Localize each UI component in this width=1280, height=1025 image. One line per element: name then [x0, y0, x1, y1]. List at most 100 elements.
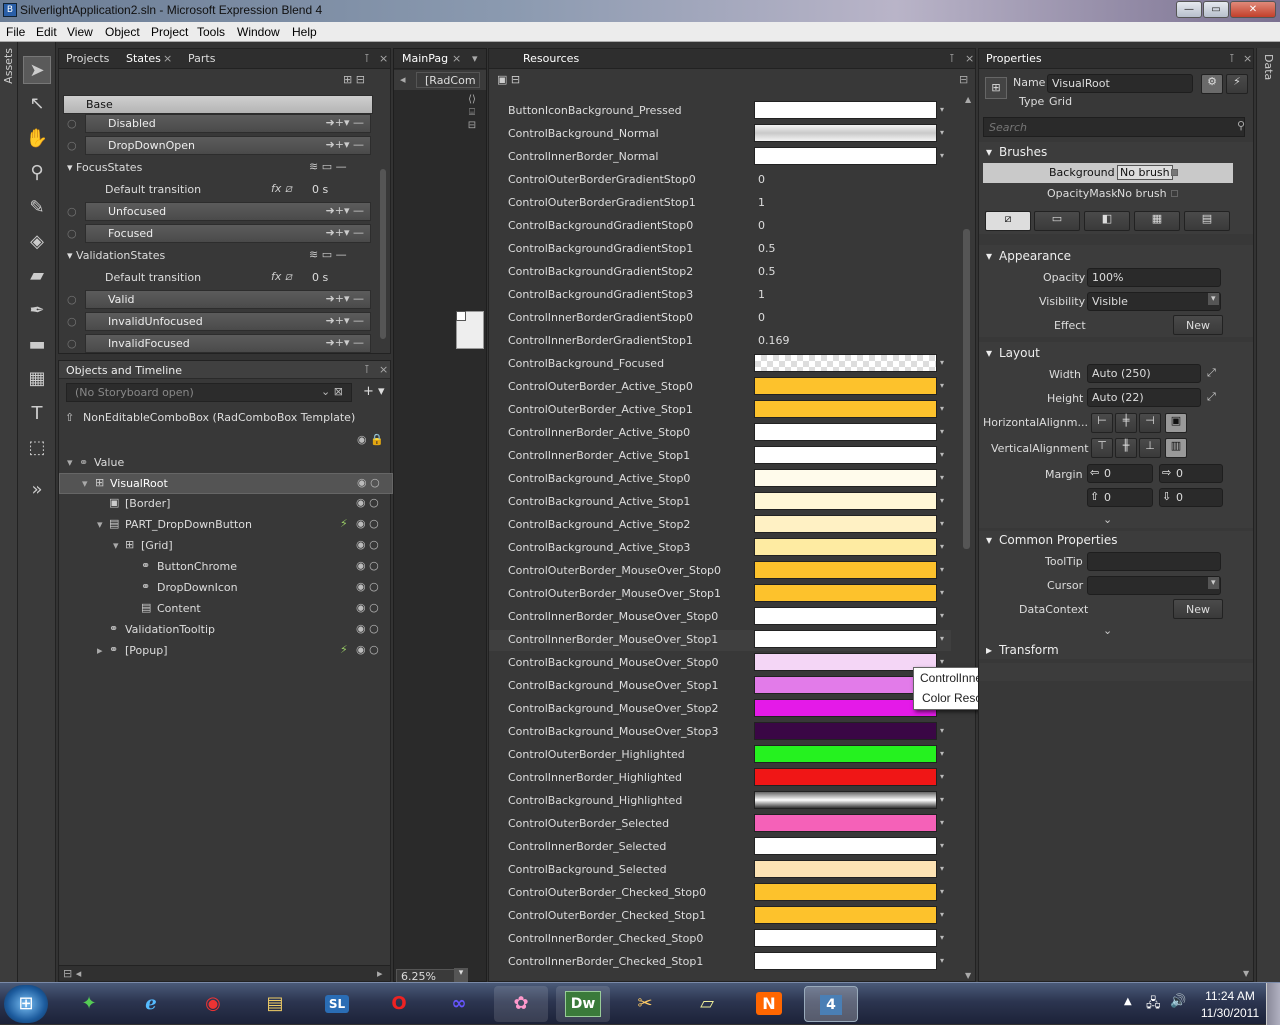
swatch-dropdown-icon[interactable]: ▾ [940, 749, 944, 758]
taskbar-ie-icon[interactable]: ℯ [124, 986, 178, 1022]
align-center-icon[interactable]: ╪ [1115, 413, 1137, 433]
swatch-dropdown-icon[interactable]: ▾ [940, 358, 944, 367]
swatch-dropdown-icon[interactable]: ▾ [940, 933, 944, 942]
color-swatch[interactable] [754, 492, 937, 510]
selection-tool-icon[interactable]: ➤ [23, 56, 51, 84]
close-button[interactable]: ✕ [1230, 1, 1276, 18]
expand-triangle-icon[interactable]: ▾ [82, 477, 88, 490]
transition-icon[interactable]: ➜+▾ — [326, 336, 364, 349]
color-swatch[interactable] [754, 883, 937, 901]
transform-title[interactable]: Transform [999, 643, 1059, 657]
tree-row-buttonchrome[interactable]: ⚭ ButtonChrome ◉ ○ [59, 557, 393, 578]
resource-value[interactable]: 1 [758, 196, 765, 209]
state-row-base[interactable]: Base [63, 95, 373, 114]
opacity-field[interactable]: 100% [1087, 268, 1221, 287]
color-swatch[interactable] [754, 929, 937, 947]
set-auto-height-icon[interactable]: ⤢ [1207, 390, 1216, 404]
no-brush-tab-icon[interactable]: ⧄ [985, 211, 1031, 231]
color-swatch[interactable] [754, 584, 937, 602]
artboard-side-icons[interactable]: ⟨⟩ ⌸ ⊟ [460, 93, 484, 133]
set-auto-width-icon[interactable]: ⤢ [1207, 366, 1216, 380]
eyedropper-tool-icon[interactable]: ✎ [23, 194, 51, 222]
color-swatch[interactable] [754, 722, 937, 740]
collapse-triangle-icon[interactable]: ▾ [67, 161, 76, 174]
align-right-icon[interactable]: ⊣ [1139, 413, 1161, 433]
swatch-dropdown-icon[interactable]: ▾ [940, 519, 944, 528]
events-view-icon[interactable]: ⚡ [1226, 74, 1248, 94]
swatch-dropdown-icon[interactable]: ▾ [940, 864, 944, 873]
align-vstretch-icon[interactable]: ▥ [1165, 438, 1187, 458]
color-swatch[interactable] [754, 860, 937, 878]
breadcrumb-item[interactable]: [RadCom [416, 72, 480, 88]
align-middle-icon[interactable]: ╫ [1115, 438, 1137, 458]
back-icon[interactable]: ◂ [400, 73, 406, 86]
scroll-up-icon[interactable]: ▲ [965, 95, 971, 104]
close-panel-icon[interactable]: × [379, 363, 388, 376]
tree-row-value[interactable]: ▾ ⚭ Value [59, 453, 393, 474]
color-swatch[interactable] [754, 147, 937, 165]
tree-row-grid[interactable]: ▾ ⊞ [Grid] ◉ ○ [59, 536, 393, 557]
grid-tool-icon[interactable]: ▦ [23, 365, 51, 393]
tree-row-border[interactable]: ▣ [Border] ◉ ○ [59, 494, 393, 515]
group-actions-icon[interactable]: ≋ ▭ — [309, 248, 347, 261]
textblock-tool-icon[interactable]: T [23, 400, 51, 428]
document-dropdown-icon[interactable]: ▾ [472, 52, 478, 65]
swatch-dropdown-icon[interactable]: ▾ [940, 496, 944, 505]
storyboard-dropdown-icon[interactable]: ⌄ ⊠ [321, 385, 343, 398]
align-top-icon[interactable]: ⊤ [1091, 438, 1113, 458]
resource-value[interactable]: 0 [758, 219, 765, 232]
menu-project[interactable]: Project [151, 25, 188, 39]
menu-help[interactable]: Help [292, 25, 317, 39]
scroll-down-icon[interactable]: ▼ [965, 971, 971, 980]
taskbar-explorer-icon[interactable]: ▤ [248, 986, 302, 1022]
state-row-unfocused[interactable]: ○ Unfocused ➜+▾ — [63, 202, 373, 221]
state-row-disabled[interactable]: ○ Disabled ➜+▾ — [63, 114, 373, 133]
width-field[interactable]: Auto (250) [1087, 364, 1201, 383]
swatch-dropdown-icon[interactable]: ▾ [940, 910, 944, 919]
color-swatch[interactable] [754, 354, 937, 372]
pin-icon[interactable]: ⊺ [949, 52, 955, 65]
menu-object[interactable]: Object [105, 25, 140, 39]
swatch-dropdown-icon[interactable]: ▾ [940, 795, 944, 804]
swatch-dropdown-icon[interactable]: ▾ [940, 381, 944, 390]
appearance-title[interactable]: Appearance [999, 249, 1071, 263]
zoom-dropdown-icon[interactable]: ▾ [454, 968, 468, 982]
swatch-dropdown-icon[interactable]: ▾ [940, 634, 944, 643]
show-advanced-icon[interactable]: ⌄ [1103, 513, 1112, 526]
menu-view[interactable]: View [67, 25, 93, 39]
resource-value[interactable]: 0.5 [758, 242, 776, 255]
swatch-dropdown-icon[interactable]: ▾ [940, 887, 944, 896]
datacontext-new-button[interactable]: New [1173, 599, 1223, 619]
transition-time[interactable]: 0 s [312, 183, 328, 196]
visibility-eye-icon[interactable]: ◉ ○ [356, 559, 379, 572]
taskbar-visualstudio-icon[interactable]: ∞ [432, 986, 486, 1022]
swatch-dropdown-icon[interactable]: ▾ [940, 565, 944, 574]
taskbar-opera-icon[interactable]: O [372, 986, 426, 1022]
color-swatch[interactable] [754, 814, 937, 832]
expand-triangle-icon[interactable]: ▸ [97, 644, 103, 657]
color-swatch[interactable] [754, 101, 937, 119]
rectangle-tool-icon[interactable]: ▬ [23, 331, 51, 359]
properties-view-icon[interactable]: ⚙ [1201, 74, 1223, 94]
state-invalidunfocused[interactable]: InvalidUnfocused ➜+▾ — [85, 312, 371, 331]
swatch-dropdown-icon[interactable]: ▾ [940, 151, 944, 160]
easing-fx-icon[interactable]: fx ⧄ [271, 182, 292, 196]
menu-file[interactable]: File [6, 25, 25, 39]
chevron-down-icon[interactable]: ▾ [1208, 577, 1219, 589]
collapse-triangle-icon[interactable]: ▾ [67, 249, 76, 262]
state-group-validationstates[interactable]: ▾ ValidationStates [67, 249, 165, 262]
taskbar-picasa-icon[interactable]: ✿ [494, 986, 548, 1022]
state-focused[interactable]: Focused ➜+▾ — [85, 224, 371, 243]
state-disabled[interactable]: Disabled ➜+▾ — [85, 114, 371, 133]
transition-icon[interactable]: ➜+▾ — [326, 138, 364, 151]
properties-search-input[interactable] [983, 117, 1245, 137]
visibility-eye-icon[interactable]: ◉ ○ [356, 643, 379, 656]
visibility-eye-icon[interactable]: ◉ ○ [356, 601, 379, 614]
tab-projects[interactable]: Projects [66, 52, 109, 65]
name-field[interactable]: VisualRoot [1047, 74, 1193, 93]
swatch-dropdown-icon[interactable]: ▾ [940, 542, 944, 551]
show-desktop-button[interactable] [1266, 983, 1280, 1025]
layout-expand-icon[interactable]: ▾ [986, 346, 992, 360]
color-swatch[interactable] [754, 745, 937, 763]
transition-icon[interactable]: ➜+▾ — [326, 116, 364, 129]
